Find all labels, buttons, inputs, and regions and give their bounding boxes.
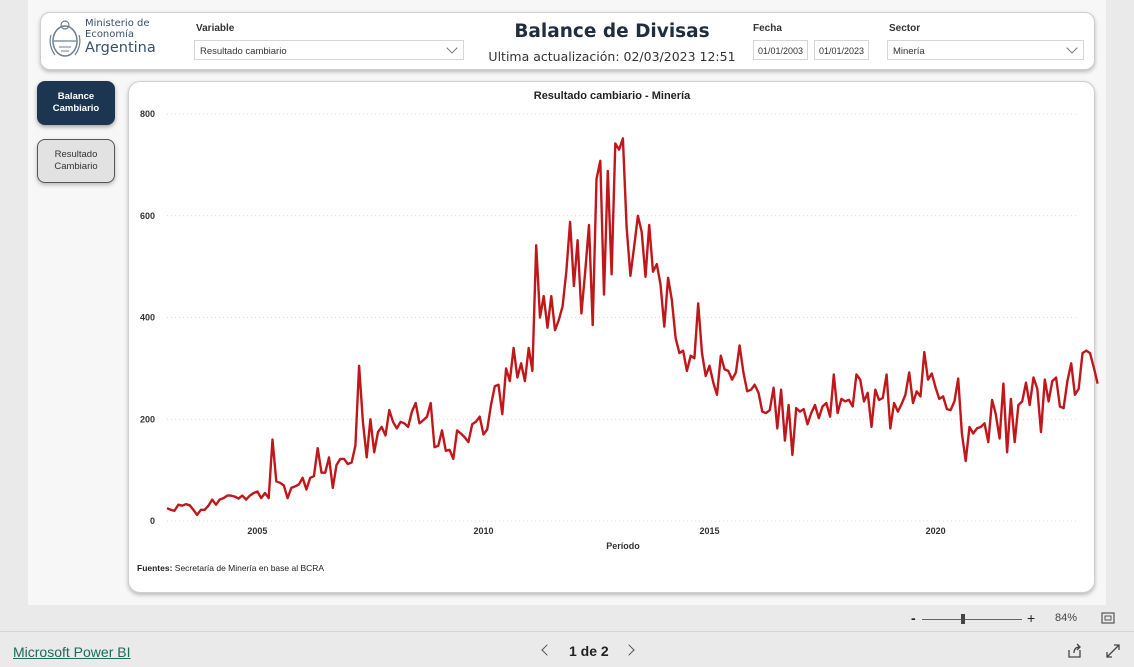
footer-bar: Microsoft Power BI 1 de 2 [0, 631, 1134, 667]
y-tick-label: 800 [140, 109, 155, 119]
fit-to-page-icon[interactable] [1101, 612, 1115, 624]
source-note: Fuentes: Secretaría de Minería en base a… [137, 563, 324, 573]
y-tick-label: 400 [140, 313, 155, 323]
next-page-icon[interactable] [623, 644, 635, 656]
series-line [166, 137, 1099, 517]
prev-page-icon[interactable] [541, 644, 553, 656]
y-tick-label: 600 [140, 211, 155, 221]
zoom-slider-handle[interactable] [961, 614, 965, 624]
zoom-slider-track[interactable] [922, 619, 1022, 620]
fullscreen-icon[interactable] [1105, 643, 1121, 659]
x-tick-label: 2010 [473, 526, 493, 536]
zoom-level: 84% [1055, 612, 1078, 624]
x-tick-label: 2005 [247, 526, 267, 536]
zoom-out-button[interactable]: - [911, 610, 916, 626]
zoom-in-button[interactable]: + [1027, 610, 1035, 626]
share-icon[interactable] [1067, 643, 1083, 659]
x-tick-label: 2015 [700, 526, 720, 536]
y-tick-label: 200 [140, 414, 155, 424]
power-bi-link[interactable]: Microsoft Power BI [13, 644, 130, 660]
source-label: Fuentes: [137, 563, 173, 573]
page-indicator: 1 de 2 [569, 643, 609, 659]
source-text: Secretaría de Minería en base al BCRA [172, 563, 325, 573]
y-tick-label: 0 [150, 516, 155, 526]
zoom-bar: - + 84% [0, 607, 1134, 631]
chart-title: Resultado cambiario - Minería [534, 90, 691, 102]
x-tick-label: 2020 [926, 526, 946, 536]
x-axis-label: Período [606, 541, 640, 551]
